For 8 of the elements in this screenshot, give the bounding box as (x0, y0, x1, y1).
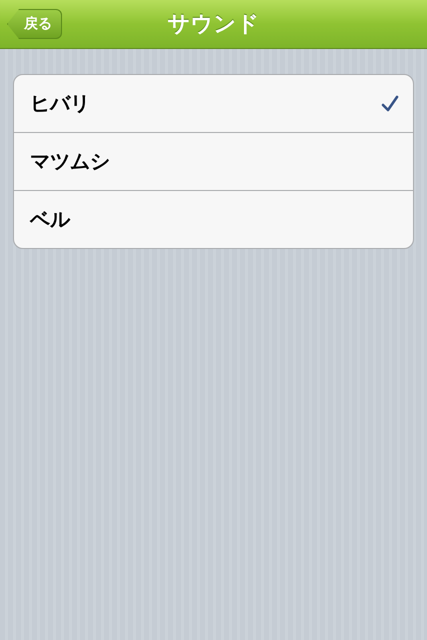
sound-option[interactable]: ベル (14, 190, 413, 248)
option-label: マツムシ (30, 148, 110, 175)
screen-title: サウンド (168, 11, 260, 39)
option-label: ヒバリ (30, 90, 90, 117)
option-label: ベル (30, 206, 70, 233)
checkmark-icon (381, 94, 399, 112)
sound-option[interactable]: マツムシ (14, 132, 413, 190)
sound-option[interactable]: ヒバリ (14, 75, 413, 132)
